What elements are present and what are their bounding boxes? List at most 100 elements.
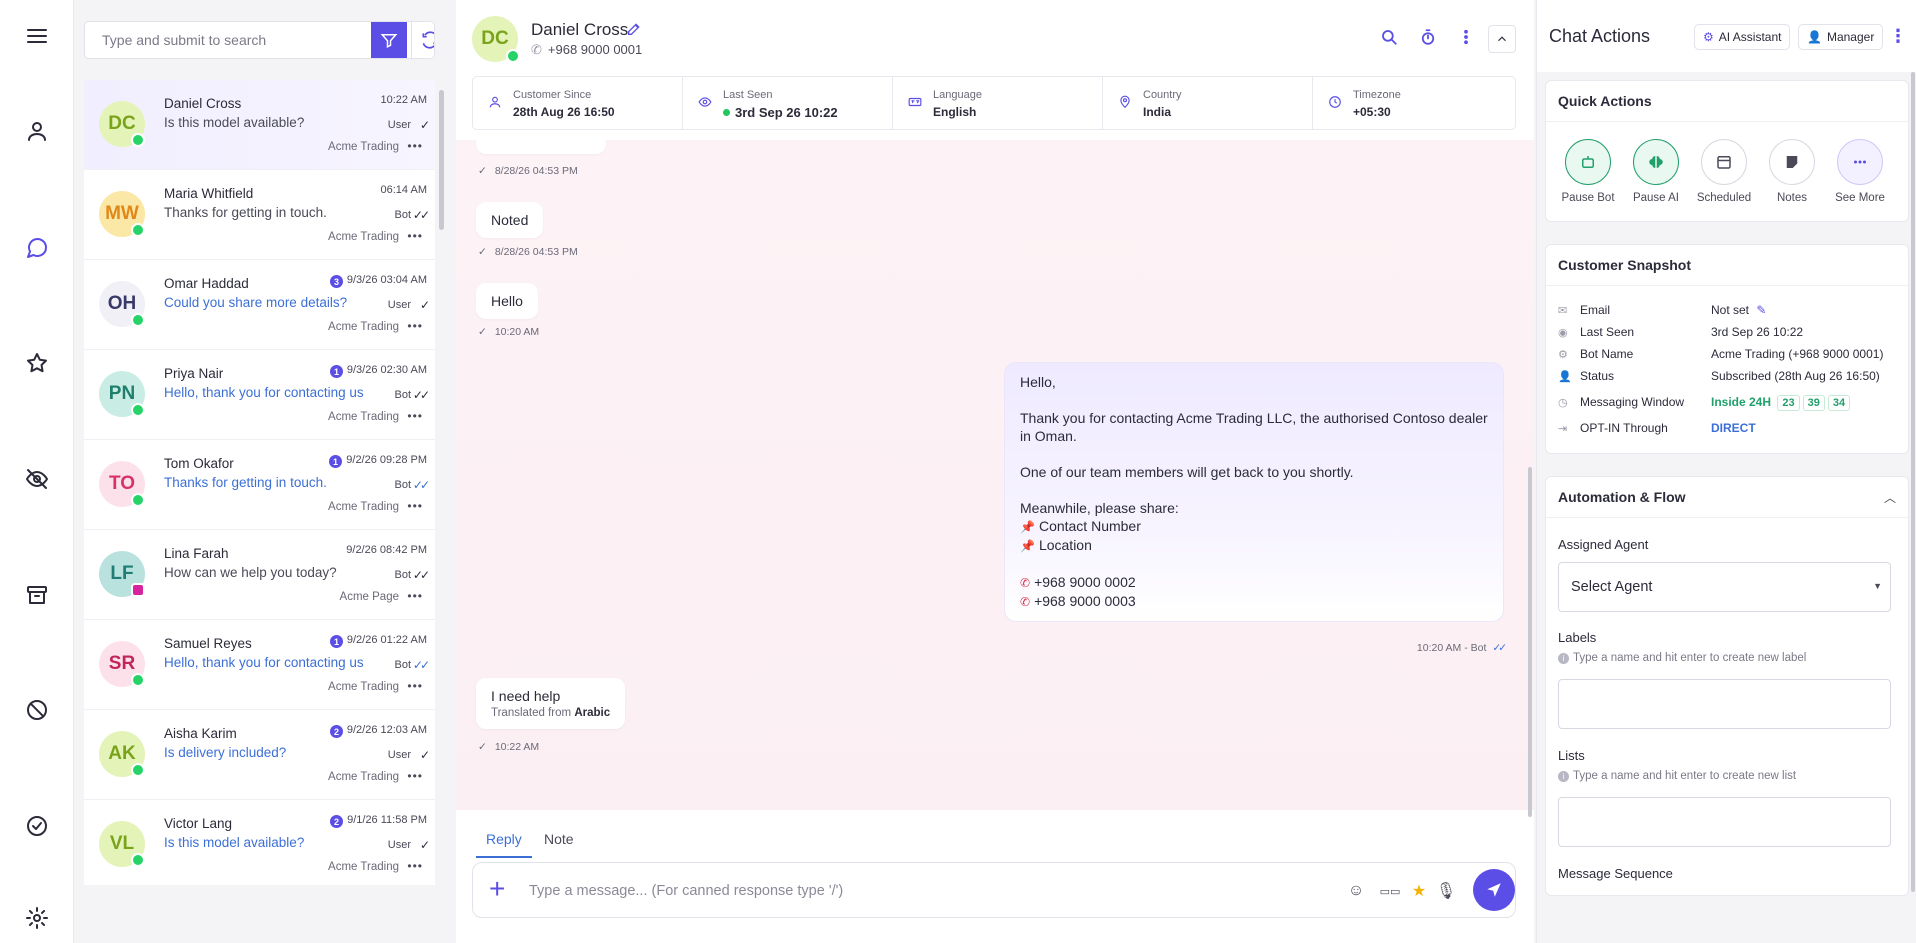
search-icon[interactable] xyxy=(1378,26,1400,48)
quick-action-pause-ai[interactable]: Pause AI xyxy=(1626,139,1686,204)
conversation-item[interactable]: AK Aisha Karim Is delivery included? 2 9/2/2… xyxy=(84,710,435,800)
quick-action-notes[interactable]: Notes xyxy=(1762,139,1822,204)
more-options-icon[interactable]: ••• xyxy=(407,499,423,513)
manager-button[interactable]: 👤 Manager xyxy=(1798,24,1884,50)
field-hint: i Type a name and hit enter to create new… xyxy=(1558,652,1806,664)
filter-icon xyxy=(380,34,398,48)
conversation-item[interactable]: PN Priya Nair Hello, thank you for contact… xyxy=(84,350,435,440)
ai-assistant-button[interactable]: ⚙ AI Assistant xyxy=(1694,24,1791,50)
timer-icon[interactable] xyxy=(1417,26,1439,48)
message-input[interactable] xyxy=(529,877,1309,905)
chevron-up-icon[interactable]: ︿ xyxy=(1884,489,1896,506)
conversation-name: Tom Okafor xyxy=(164,456,234,471)
search-input[interactable] xyxy=(85,22,371,58)
edit-icon[interactable]: ✎ xyxy=(1756,303,1766,317)
avatar[interactable]: DC xyxy=(472,16,520,63)
whatsapp-icon xyxy=(131,403,145,417)
message-scrollbar[interactable] xyxy=(1528,150,1533,818)
info-value: English xyxy=(933,105,977,119)
info-label: Timezone xyxy=(1353,89,1401,101)
star-icon[interactable]: ★ xyxy=(1409,881,1429,901)
message-text: Hello xyxy=(491,293,523,309)
conversation-time: 9/2/26 09:28 PM xyxy=(346,454,427,466)
lists-input[interactable] xyxy=(1558,797,1891,847)
chat-icon[interactable] xyxy=(17,228,57,268)
last-sender: User xyxy=(387,119,411,131)
settings-icon[interactable] xyxy=(17,898,57,938)
conversation-item[interactable]: LF Lina Farah How can we help you today? 9/… xyxy=(84,530,435,620)
tab-note[interactable]: Note xyxy=(534,828,584,858)
avatar-initials: PN xyxy=(108,383,136,404)
translate-icon[interactable]: ▭▭ xyxy=(1380,881,1401,901)
message-thread[interactable]: ✓ 8/28/26 04:53 PM Noted ✓ 8/28/26 04:53 P… xyxy=(456,140,1534,810)
window-seconds: 34 xyxy=(1827,395,1851,411)
more-options-icon[interactable]: ••• xyxy=(407,589,423,603)
left-rail xyxy=(0,0,74,943)
more-options-icon[interactable]: ••• xyxy=(407,139,423,153)
blocked-icon[interactable] xyxy=(17,690,57,730)
message-meta: ✓ 8/28/26 04:53 PM xyxy=(478,165,578,177)
field-label: Message Sequence xyxy=(1558,866,1673,881)
conversation-preview: Is delivery included? xyxy=(164,745,287,760)
emoji-icon[interactable]: ☺ xyxy=(1346,881,1366,901)
tab-reply[interactable]: Reply xyxy=(476,828,532,858)
edit-icon[interactable] xyxy=(626,21,642,37)
ai-assistant-label: AI Assistant xyxy=(1718,30,1782,44)
unread-count-badge: 1 xyxy=(329,455,342,468)
conversation-preview: Thanks for getting in touch. xyxy=(164,205,327,220)
conversation-scrollbar[interactable] xyxy=(439,80,445,885)
kebab-menu-icon[interactable] xyxy=(1455,26,1477,48)
labels-input[interactable] xyxy=(1558,679,1891,729)
star-icon[interactable] xyxy=(17,343,57,383)
last-sender: User xyxy=(387,749,411,761)
snapshot-row-optin: ⇥ OPT-IN Through DIRECT xyxy=(1558,420,1903,438)
more-options-icon[interactable]: ••• xyxy=(407,229,423,243)
archive-icon[interactable] xyxy=(17,575,57,615)
send-button[interactable] xyxy=(1473,869,1515,911)
quick-actions-card: Quick Actions Pause Bot Pause AI Scheduled… xyxy=(1545,80,1909,222)
conversation-item[interactable]: MW Maria Whitfield Thanks for getting in t… xyxy=(84,170,435,260)
conversation-time: 9/3/26 02:30 AM xyxy=(346,364,427,376)
snapshot-value: Acme Trading (+968 9000 0001) xyxy=(1711,347,1884,361)
chat-actions-scrollbar[interactable] xyxy=(1911,72,1916,892)
refresh-button[interactable] xyxy=(411,22,434,58)
caret-down-icon: ▼ xyxy=(1873,581,1882,591)
conversation-preview: Hello, thank you for contacting us! xyxy=(164,385,364,400)
check-icon: ✓ xyxy=(419,118,430,132)
kebab-menu-icon[interactable]: ⋮ xyxy=(1889,26,1907,47)
more-options-icon[interactable]: ••• xyxy=(407,769,423,783)
message-bubble-incoming xyxy=(476,140,606,154)
conversation-item[interactable]: VL Victor Lang Is this model available? 2 9/… xyxy=(84,800,435,885)
avatar-initials: OH xyxy=(107,293,137,314)
menu-icon[interactable] xyxy=(17,16,57,56)
more-options-icon[interactable]: ••• xyxy=(407,319,423,333)
microphone-icon[interactable]: 🎙 xyxy=(1436,881,1456,901)
location-pin-icon xyxy=(1118,95,1134,111)
assigned-agent-select[interactable]: Select Agent ▼ xyxy=(1558,562,1891,612)
collapse-header-button[interactable] xyxy=(1488,25,1516,53)
attach-plus-icon[interactable]: + xyxy=(489,875,505,903)
conversation-name: Daniel Cross xyxy=(164,96,242,111)
resolved-icon[interactable] xyxy=(17,806,57,846)
conversation-item[interactable]: TO Tom Okafor Thanks for getting in touch.… xyxy=(84,440,435,530)
message-text: Hello, xyxy=(1020,374,1056,390)
conversation-name: Priya Nair xyxy=(164,366,224,381)
quick-action-see-more[interactable]: See More xyxy=(1830,139,1890,204)
conversation-preview: Is this model available? xyxy=(164,115,305,130)
more-options-icon[interactable]: ••• xyxy=(407,409,423,423)
conversation-item[interactable]: OH Omar Haddad Could you share more detail… xyxy=(84,260,435,350)
more-options-icon[interactable]: ••• xyxy=(407,679,423,693)
filter-button[interactable] xyxy=(371,22,407,58)
conversation-item[interactable]: SR Samuel Reyes Hello, thank you for conta… xyxy=(84,620,435,710)
quick-action-scheduled[interactable]: Scheduled xyxy=(1694,139,1754,204)
conversation-account: Acme Trading xyxy=(328,681,399,693)
contacts-icon[interactable] xyxy=(17,111,57,151)
conversation-item[interactable]: DC Daniel Cross Is this model available? 10… xyxy=(84,80,435,170)
message-text: I need help xyxy=(491,688,561,704)
more-options-icon[interactable]: ••• xyxy=(407,859,423,873)
last-sender: User xyxy=(387,299,411,311)
hidden-icon[interactable] xyxy=(17,459,57,499)
quick-action-pause-bot[interactable]: Pause Bot xyxy=(1558,139,1618,204)
message-list-item: 📌 Contact Number xyxy=(1020,517,1488,536)
snapshot-value: Not set ✎ xyxy=(1711,303,1766,317)
